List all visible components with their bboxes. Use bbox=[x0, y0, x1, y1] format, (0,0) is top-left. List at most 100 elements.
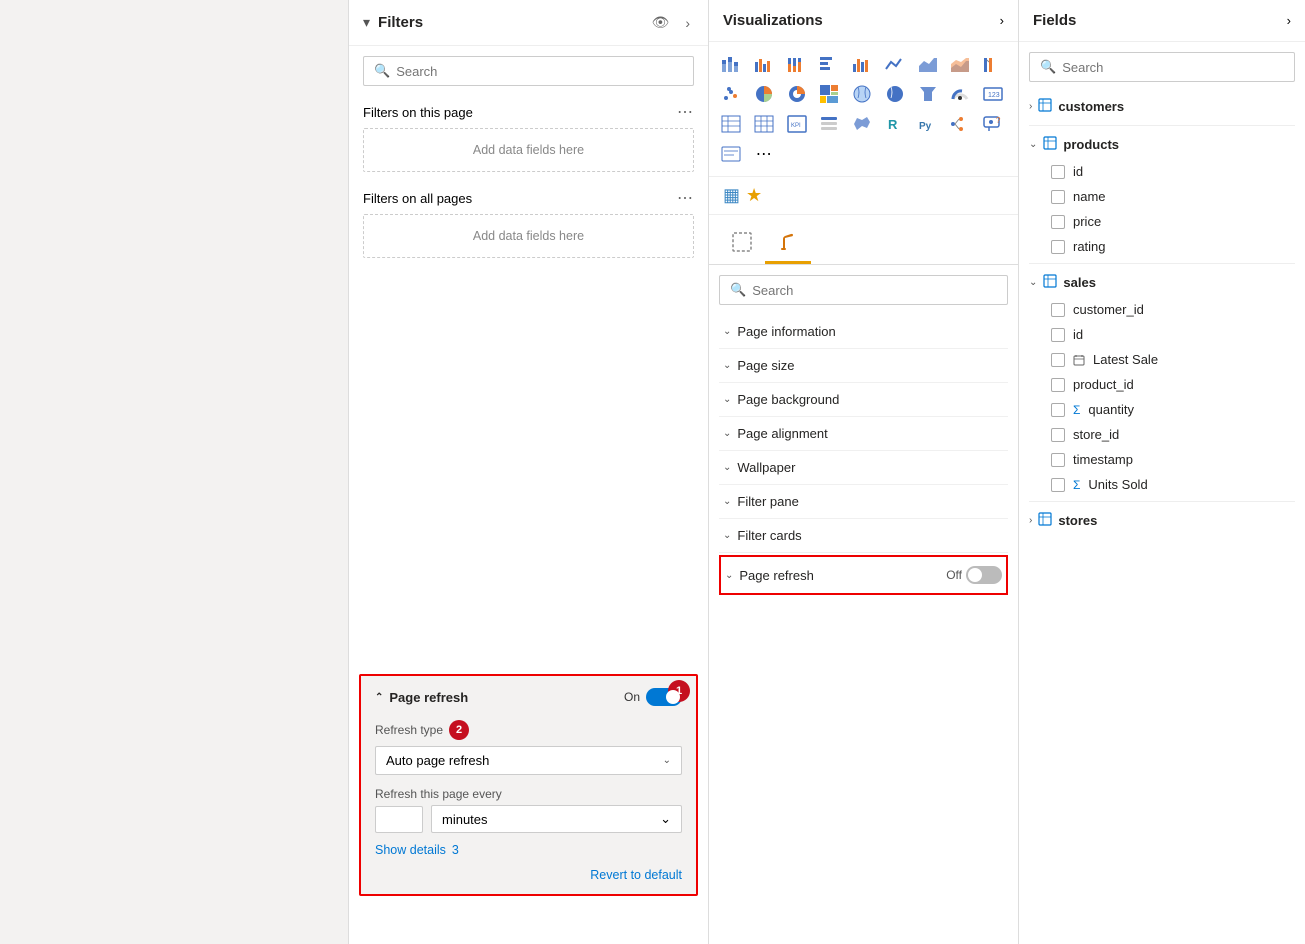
field-sales-id[interactable]: id bbox=[1029, 322, 1295, 347]
filters-on-page-drop-zone[interactable]: Add data fields here bbox=[363, 128, 694, 172]
fields-panel: Fields › 🔍 › ​ customers ⌄ products id bbox=[1019, 0, 1305, 944]
field-products-id[interactable]: id bbox=[1029, 159, 1295, 184]
funnel-chart-icon[interactable] bbox=[914, 80, 942, 108]
favorite-icon[interactable]: ★ bbox=[746, 185, 762, 206]
matrix-icon[interactable] bbox=[750, 110, 778, 138]
fields-search-box[interactable]: 🔍 bbox=[1029, 52, 1295, 82]
field-sales-store_id[interactable]: store_id bbox=[1029, 422, 1295, 447]
field-sales-product_id[interactable]: product_id bbox=[1029, 372, 1295, 397]
line-chart-icon[interactable] bbox=[881, 50, 909, 78]
build-visual-icon[interactable]: ▦ bbox=[723, 185, 740, 206]
field-sales-quantity[interactable]: Σ quantity bbox=[1029, 397, 1295, 422]
field-sales-latest-sale-checkbox[interactable] bbox=[1051, 353, 1065, 367]
map-icon[interactable] bbox=[848, 80, 876, 108]
decomp-tree-icon[interactable] bbox=[946, 110, 974, 138]
show-details-link[interactable]: Show details 3 bbox=[375, 843, 682, 857]
stacked-area-icon[interactable] bbox=[946, 50, 974, 78]
horizontal-bar-icon[interactable] bbox=[815, 50, 843, 78]
smart-narrative-icon[interactable] bbox=[717, 140, 745, 168]
field-products-rating-checkbox[interactable] bbox=[1051, 240, 1065, 254]
page-refresh-toggle[interactable]: 1 bbox=[646, 688, 682, 706]
table-icon[interactable] bbox=[717, 110, 745, 138]
field-sales-quantity-checkbox[interactable] bbox=[1051, 403, 1065, 417]
viz-page-refresh-toggle-group: Off bbox=[946, 566, 1002, 584]
stacked-bar-chart-icon[interactable] bbox=[717, 50, 745, 78]
viz-section-page-size[interactable]: ⌄ Page size bbox=[719, 349, 1008, 383]
filters-eye-icon[interactable]: 👁 bbox=[648, 12, 674, 33]
refresh-type-dropdown[interactable]: Auto page refresh ⌄ bbox=[375, 746, 682, 775]
table-stores-header[interactable]: › stores bbox=[1029, 506, 1295, 535]
more-visuals-icon[interactable]: ⋯ bbox=[750, 140, 778, 168]
r-script-icon[interactable]: R bbox=[881, 110, 909, 138]
filters-on-page-more-icon[interactable]: ⋯ bbox=[677, 102, 694, 122]
scatter-chart-icon[interactable] bbox=[717, 80, 745, 108]
card-icon[interactable]: 123 bbox=[979, 80, 1007, 108]
viz-section-page-background[interactable]: ⌄ Page background bbox=[719, 383, 1008, 417]
viz-tab-format[interactable] bbox=[765, 223, 811, 264]
viz-section-page-information[interactable]: ⌄ Page information bbox=[719, 315, 1008, 349]
filters-chevron-right-icon[interactable]: › bbox=[681, 13, 694, 33]
slicer-icon[interactable] bbox=[815, 110, 843, 138]
refresh-unit-dropdown[interactable]: minutes ⌄ bbox=[431, 805, 682, 833]
page-refresh-viz-chevron-icon: ⌄ bbox=[725, 570, 733, 581]
viz-search-input[interactable] bbox=[752, 283, 997, 298]
clustered-column-icon[interactable] bbox=[848, 50, 876, 78]
field-products-name-checkbox[interactable] bbox=[1051, 190, 1065, 204]
field-sales-units-sold-checkbox[interactable] bbox=[1051, 478, 1065, 492]
viz-page-refresh-toggle[interactable] bbox=[966, 566, 1002, 584]
viz-icons-grid: 123 KPI R Py ? bbox=[709, 42, 1018, 177]
refresh-number-input[interactable]: 30 bbox=[375, 806, 423, 833]
viz-tab-build[interactable] bbox=[719, 223, 765, 264]
filters-all-pages-label: Filters on all pages bbox=[363, 191, 472, 206]
svg-text:Py: Py bbox=[919, 121, 932, 132]
field-sales-customer_id[interactable]: customer_id bbox=[1029, 297, 1295, 322]
table-customers-header[interactable]: › ​ customers bbox=[1029, 92, 1295, 121]
field-sales-timestamp[interactable]: timestamp bbox=[1029, 447, 1295, 472]
fields-search-input[interactable] bbox=[1062, 60, 1284, 75]
field-products-rating[interactable]: rating bbox=[1029, 234, 1295, 259]
field-sales-product_id-checkbox[interactable] bbox=[1051, 378, 1065, 392]
field-sales-id-checkbox[interactable] bbox=[1051, 328, 1065, 342]
python-icon[interactable]: Py bbox=[914, 110, 942, 138]
filters-all-pages-drop-zone[interactable]: Add data fields here bbox=[363, 214, 694, 258]
clustered-bar-chart-icon[interactable] bbox=[750, 50, 778, 78]
viz-section-page-refresh[interactable]: ⌄ Page refresh Off bbox=[719, 555, 1008, 595]
table-sales-header[interactable]: ⌄ sales bbox=[1029, 268, 1295, 297]
viz-search-box[interactable]: 🔍 bbox=[719, 275, 1008, 305]
stacked-bar-100-icon[interactable] bbox=[783, 50, 811, 78]
shape-map-icon[interactable] bbox=[848, 110, 876, 138]
field-products-id-checkbox[interactable] bbox=[1051, 165, 1065, 179]
qa-icon[interactable]: ? bbox=[979, 110, 1007, 138]
treemap-icon[interactable] bbox=[815, 80, 843, 108]
fields-chevron-right-icon[interactable]: › bbox=[1287, 13, 1291, 28]
gauge-icon[interactable] bbox=[946, 80, 974, 108]
viz-sections: ⌄ Page information ⌄ Page size ⌄ Page ba… bbox=[709, 315, 1018, 597]
filled-map-icon[interactable] bbox=[881, 80, 909, 108]
ribbon-chart-icon[interactable] bbox=[979, 50, 1007, 78]
refresh-unit-chevron-down-icon: ⌄ bbox=[660, 811, 671, 827]
donut-chart-icon[interactable] bbox=[783, 80, 811, 108]
visualizations-panel: Visualizations › bbox=[709, 0, 1019, 944]
field-sales-units-sold[interactable]: Σ Units Sold bbox=[1029, 472, 1295, 497]
viz-chevron-right-icon[interactable]: › bbox=[1000, 13, 1004, 28]
revert-to-default-link[interactable]: Revert to default bbox=[590, 868, 682, 882]
field-sales-store_id-checkbox[interactable] bbox=[1051, 428, 1065, 442]
viz-section-wallpaper[interactable]: ⌄ Wallpaper bbox=[719, 451, 1008, 485]
viz-section-page-alignment[interactable]: ⌄ Page alignment bbox=[719, 417, 1008, 451]
page-refresh-chevron-icon[interactable]: ⌃ bbox=[375, 692, 383, 703]
filters-search-box[interactable]: 🔍 bbox=[363, 56, 694, 86]
viz-section-filter-pane[interactable]: ⌄ Filter pane bbox=[719, 485, 1008, 519]
viz-section-filter-cards[interactable]: ⌄ Filter cards bbox=[719, 519, 1008, 553]
field-products-name[interactable]: name bbox=[1029, 184, 1295, 209]
filters-search-input[interactable] bbox=[396, 64, 683, 79]
field-products-price[interactable]: price bbox=[1029, 209, 1295, 234]
field-sales-customer_id-checkbox[interactable] bbox=[1051, 303, 1065, 317]
pie-chart-icon[interactable] bbox=[750, 80, 778, 108]
field-sales-timestamp-checkbox[interactable] bbox=[1051, 453, 1065, 467]
filters-all-pages-more-icon[interactable]: ⋯ bbox=[677, 188, 694, 208]
table-products-header[interactable]: ⌄ products bbox=[1029, 130, 1295, 159]
field-sales-latest-sale[interactable]: Latest Sale bbox=[1029, 347, 1295, 372]
kpi-icon[interactable]: KPI bbox=[783, 110, 811, 138]
area-chart-icon[interactable] bbox=[914, 50, 942, 78]
field-products-price-checkbox[interactable] bbox=[1051, 215, 1065, 229]
